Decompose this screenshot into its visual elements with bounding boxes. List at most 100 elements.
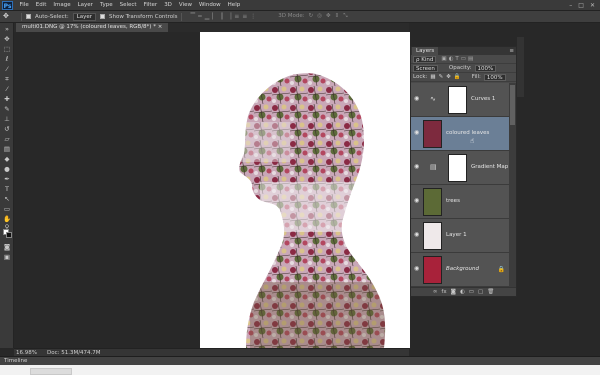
menu-select[interactable]: Select xyxy=(116,2,140,8)
distribute-icon[interactable]: ⋮ xyxy=(250,13,256,20)
path-select-icon[interactable]: ↖ xyxy=(2,195,12,203)
opacity-field[interactable]: 100% xyxy=(474,64,497,72)
3d-drag-icon[interactable]: ✥ xyxy=(326,13,331,20)
dodge-tool-icon[interactable]: ● xyxy=(2,165,12,173)
doc-size-info[interactable]: Doc: 51.3M/474.7M xyxy=(47,350,101,356)
menu-window[interactable]: Window xyxy=(195,2,224,8)
menu-help[interactable]: Help xyxy=(224,2,244,8)
layer-thumbnail[interactable] xyxy=(423,188,442,216)
lock-pixels-icon[interactable]: ✎ xyxy=(439,74,444,80)
delete-layer-icon[interactable]: 🗑 xyxy=(487,288,494,296)
menu-filter[interactable]: Filter xyxy=(140,2,161,8)
3d-rotate-icon[interactable]: ↻ xyxy=(309,13,314,20)
eye-icon[interactable]: ◉ xyxy=(414,266,420,272)
auto-select-dropdown[interactable]: Layer xyxy=(72,12,97,21)
background-color-swatch[interactable] xyxy=(6,232,12,238)
marquee-tool-icon[interactable]: ⬚ xyxy=(2,45,12,53)
brush-tool-icon[interactable]: ✎ xyxy=(2,105,12,113)
smart-object-filter-icon[interactable]: ▤ xyxy=(468,56,473,62)
layer-row-background[interactable]: ◉ Background 🔒 xyxy=(411,253,511,287)
layer-name[interactable]: coloured leaves xyxy=(446,130,489,136)
quick-select-tool-icon[interactable]: ⁄ xyxy=(2,65,12,73)
lock-all-icon[interactable]: 🔒 xyxy=(454,74,461,80)
3d-roll-icon[interactable]: ◎ xyxy=(317,13,322,20)
gradient-tool-icon[interactable]: ▤ xyxy=(2,145,12,153)
link-layers-icon[interactable]: ∞ xyxy=(433,288,438,296)
3d-slide-icon[interactable]: ⇕ xyxy=(335,13,340,20)
3d-scale-icon[interactable]: ⤡ xyxy=(343,13,347,20)
menu-layer[interactable]: Layer xyxy=(74,2,96,8)
layer-name[interactable]: Curves 1 xyxy=(471,96,495,102)
clone-stamp-icon[interactable]: ⊥ xyxy=(2,115,12,123)
layer-row-gradient-map[interactable]: ◉ ▤ Gradient Map 1 xyxy=(411,151,514,185)
layers-scrollbar[interactable] xyxy=(509,83,516,289)
history-brush-icon[interactable]: ↺ xyxy=(2,125,12,133)
auto-select-checkbox[interactable] xyxy=(26,14,31,19)
menu-file[interactable]: File xyxy=(16,2,32,8)
show-transform-checkbox[interactable] xyxy=(100,14,106,19)
filter-kind-dropdown[interactable]: ρ Kind xyxy=(413,55,437,63)
layer-thumbnail[interactable] xyxy=(423,222,442,250)
layer-row-trees[interactable]: ◉ trees xyxy=(411,185,511,219)
menu-view[interactable]: View xyxy=(175,2,195,8)
pixel-filter-icon[interactable]: ▣ xyxy=(441,56,446,62)
maximize-button[interactable]: □ xyxy=(578,2,584,9)
layer-thumbnail[interactable] xyxy=(423,256,442,284)
add-mask-icon[interactable]: ◙ xyxy=(451,288,456,296)
collapse-icon[interactable]: » xyxy=(2,25,12,33)
align-right-icon[interactable]: ▕ xyxy=(227,13,232,20)
menu-image[interactable]: Image xyxy=(50,2,74,8)
move-tool-icon[interactable]: ✥ xyxy=(2,35,12,43)
layers-tab[interactable]: Layers xyxy=(412,47,439,55)
adjustment-filter-icon[interactable]: ◐ xyxy=(449,56,454,62)
close-button[interactable]: ✕ xyxy=(590,2,595,9)
pen-tool-icon[interactable]: ✒ xyxy=(2,175,12,183)
zoom-level[interactable]: 16.98% xyxy=(16,350,37,356)
layer-name[interactable]: Gradient Map 1 xyxy=(471,164,514,170)
taskbar-tab[interactable] xyxy=(30,368,72,375)
shape-tool-icon[interactable]: ▭ xyxy=(2,205,12,213)
menu-edit[interactable]: Edit xyxy=(32,2,50,8)
new-adjustment-icon[interactable]: ◐ xyxy=(460,288,465,296)
fill-field[interactable]: 100% xyxy=(483,73,506,81)
panel-menu-icon[interactable]: ≡ xyxy=(509,47,514,55)
healing-brush-icon[interactable]: ✚ xyxy=(2,95,12,103)
eye-icon[interactable]: ◉ xyxy=(414,164,420,170)
layer-name[interactable]: Layer 1 xyxy=(446,232,467,238)
type-tool-icon[interactable]: T xyxy=(2,185,12,193)
document-canvas[interactable] xyxy=(200,32,410,348)
eye-icon[interactable]: ◉ xyxy=(414,198,420,204)
eye-icon[interactable]: ◉ xyxy=(414,96,420,102)
layer-name[interactable]: Background xyxy=(446,266,479,272)
align-bottom-icon[interactable]: ▁ xyxy=(205,13,210,20)
menu-type[interactable]: Type xyxy=(96,2,116,8)
new-group-icon[interactable]: ▭ xyxy=(469,288,474,296)
eye-icon[interactable]: ◉ xyxy=(414,130,420,136)
minimize-button[interactable]: – xyxy=(569,2,572,9)
lasso-tool-icon[interactable]: ℓ xyxy=(2,55,12,63)
layer-row-curves[interactable]: ◉ ∿ Curves 1 xyxy=(411,83,511,117)
layer-style-icon[interactable]: fx xyxy=(441,288,446,296)
layer-mask-thumbnail[interactable] xyxy=(448,86,467,114)
document-tab[interactable]: multi01.DNG @ 17% (coloured leaves, RGB/… xyxy=(16,23,169,32)
quick-mask-icon[interactable]: ◙ xyxy=(2,243,12,251)
eye-icon[interactable]: ◉ xyxy=(414,232,420,238)
type-filter-icon[interactable]: T xyxy=(455,56,458,62)
lock-position-icon[interactable]: ✥ xyxy=(446,74,451,80)
distribute-icon[interactable]: ≡ xyxy=(242,13,247,20)
align-center-icon[interactable]: ║ xyxy=(220,13,224,20)
eyedropper-tool-icon[interactable]: ⁄ xyxy=(2,85,12,93)
layer-row-coloured-leaves[interactable]: ◉ coloured leaves xyxy=(411,117,511,151)
blur-tool-icon[interactable]: ◆ xyxy=(2,155,12,163)
menu-3d[interactable]: 3D xyxy=(161,2,176,8)
layer-thumbnail[interactable] xyxy=(423,120,442,148)
crop-tool-icon[interactable]: ⌗ xyxy=(2,75,12,83)
scrollbar-thumb[interactable] xyxy=(510,85,515,125)
lock-transparent-icon[interactable]: ▦ xyxy=(430,74,435,80)
move-tool-icon[interactable]: ✥ xyxy=(3,12,17,21)
hand-tool-icon[interactable]: ✋ xyxy=(2,215,12,223)
distribute-icon[interactable]: ≡ xyxy=(234,13,239,20)
timeline-tab[interactable]: Timeline xyxy=(4,358,27,364)
new-layer-icon[interactable]: ▢ xyxy=(478,288,483,296)
blend-mode-dropdown[interactable]: Screen xyxy=(413,64,438,72)
